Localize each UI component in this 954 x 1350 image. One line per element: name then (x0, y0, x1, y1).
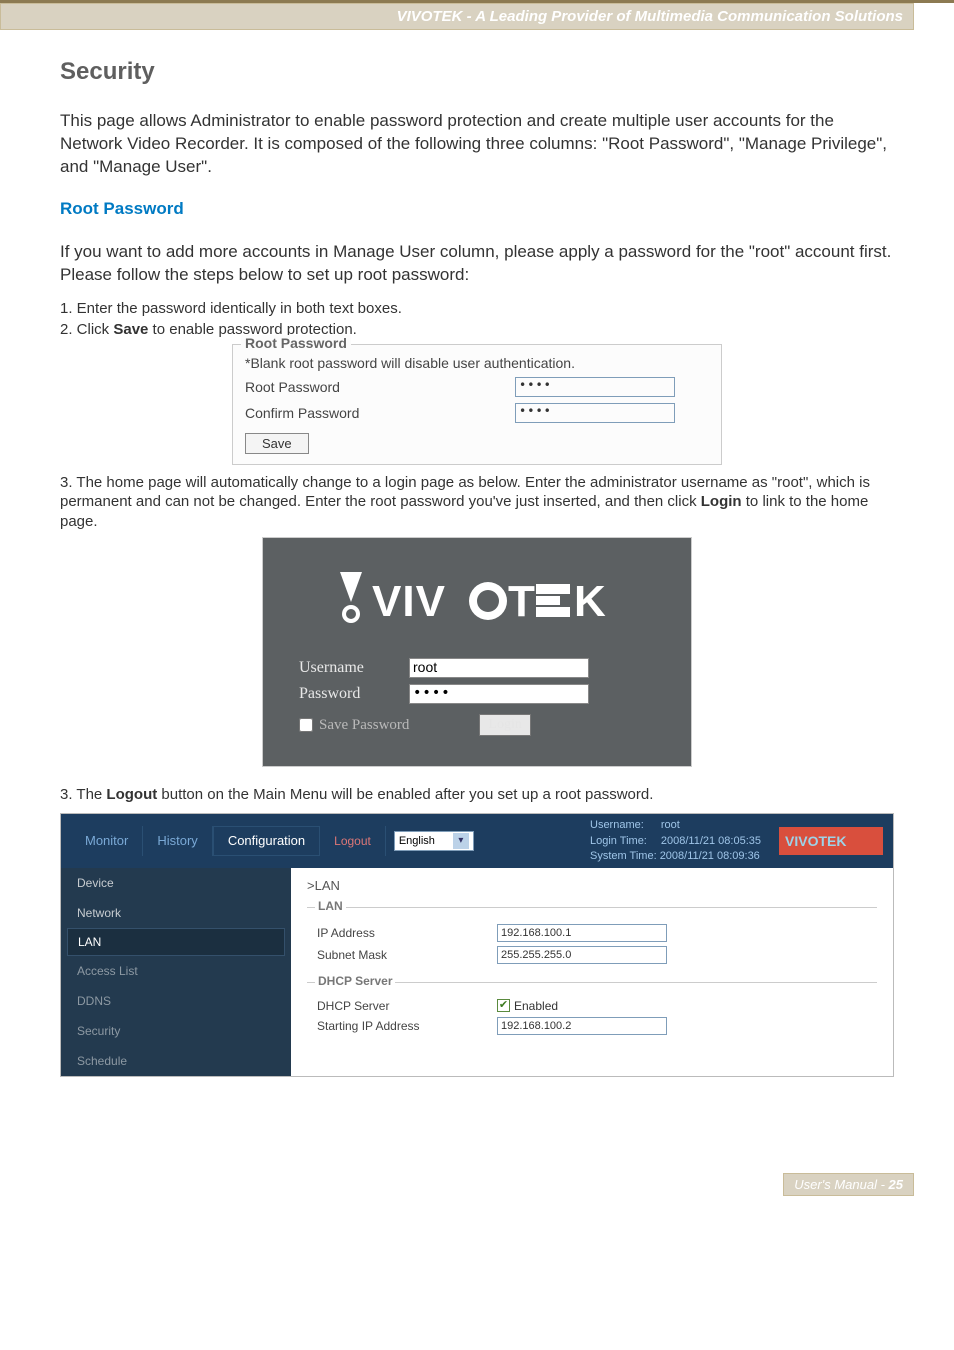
login-button[interactable]: Login (479, 714, 530, 736)
vivotek-logo: VIV T K (299, 566, 655, 630)
root-password-legend: Root Password (241, 335, 351, 351)
starting-ip-input[interactable]: 192.168.100.2 (497, 1017, 667, 1035)
config-panel: Monitor History Configuration Logout Eng… (60, 813, 894, 1077)
root-password-label: Root Password (245, 379, 515, 395)
svg-text:VIVOTEK: VIVOTEK (785, 833, 846, 849)
confirm-password-input[interactable]: •••• (515, 403, 675, 423)
root-password-desc: If you want to add more accounts in Mana… (60, 241, 894, 287)
username-label: Username (299, 659, 409, 677)
save-password-checkbox[interactable]: Save Password (299, 717, 409, 734)
confirm-password-label: Confirm Password (245, 405, 515, 421)
section-root-password: Root Password (60, 199, 894, 219)
dhcp-server-label: DHCP Server (317, 999, 497, 1013)
breadcrumb: >LAN (307, 878, 877, 893)
chevron-down-icon: ▾ (453, 833, 469, 849)
root-password-note: *Blank root password will disable user a… (245, 355, 709, 371)
svg-text:K: K (574, 577, 606, 626)
fieldset-dhcp: DHCP Server DHCP Server ✔ Enabled Starti… (307, 982, 877, 1043)
page-title: Security (60, 58, 894, 86)
step-3: 3. The home page will automatically chan… (60, 473, 894, 532)
step-2: 2. Click Save to enable password protect… (60, 320, 894, 340)
tab-history[interactable]: History (143, 826, 212, 856)
step-1: 1. Enter the password identically in bot… (60, 299, 894, 319)
check-icon: ✔ (497, 999, 510, 1012)
language-value: English (399, 835, 435, 847)
page-header: VIVOTEK - A Leading Provider of Multimed… (0, 3, 914, 30)
save-password-label: Save Password (319, 717, 409, 734)
save-password-cb[interactable] (299, 718, 313, 732)
subnet-mask-input[interactable]: 255.255.255.0 (497, 946, 667, 964)
dhcp-enabled-checkbox[interactable]: ✔ Enabled (497, 999, 558, 1013)
root-password-panel: Root Password *Blank root password will … (232, 344, 722, 465)
svg-text:T: T (508, 577, 535, 626)
sidebar-item-network[interactable]: Network (61, 898, 291, 928)
sidebar-item-device[interactable]: Device (61, 868, 291, 898)
sidebar-item-lan[interactable]: LAN (67, 928, 285, 956)
ip-address-label: IP Address (317, 926, 497, 940)
root-password-input[interactable]: •••• (515, 377, 675, 397)
main-menu: Monitor History Configuration Logout Eng… (61, 814, 893, 868)
starting-ip-label: Starting IP Address (317, 1019, 497, 1033)
save-button[interactable]: Save (245, 433, 309, 454)
sidebar-item-schedule[interactable]: Schedule (61, 1046, 291, 1076)
sidebar-item-ddns[interactable]: DDNS (61, 986, 291, 1016)
sidebar-item-security[interactable]: Security (61, 1016, 291, 1046)
vivotek-badge: VIVOTEK (779, 827, 883, 855)
logout-button[interactable]: Logout (320, 826, 386, 856)
login-panel: VIV T K Username root (262, 537, 692, 767)
status-block: Username:root Login Time:2008/11/21 08:0… (590, 818, 761, 863)
tab-monitor[interactable]: Monitor (71, 826, 143, 856)
password-label: Password (299, 685, 409, 703)
fieldset-lan: LAN IP Address 192.168.100.1 Subnet Mask… (307, 907, 877, 972)
fieldset-lan-legend: LAN (315, 899, 346, 913)
dhcp-enabled-label: Enabled (514, 999, 558, 1013)
intro-paragraph: This page allows Administrator to enable… (60, 110, 894, 179)
tab-configuration[interactable]: Configuration (213, 826, 320, 856)
password-input[interactable]: •••• (409, 684, 589, 704)
footer-label: User's Manual - 25 (783, 1173, 914, 1196)
sidebar: Device Network LAN Access List DDNS Secu… (61, 868, 291, 1076)
sidebar-item-access-list[interactable]: Access List (61, 956, 291, 986)
fieldset-dhcp-legend: DHCP Server (315, 974, 395, 988)
username-input[interactable]: root (409, 658, 589, 678)
ip-address-input[interactable]: 192.168.100.1 (497, 924, 667, 942)
svg-text:VIV: VIV (372, 577, 446, 626)
subnet-mask-label: Subnet Mask (317, 948, 497, 962)
language-dropdown[interactable]: English ▾ (394, 831, 474, 851)
step-4: 3. The Logout button on the Main Menu wi… (60, 785, 894, 805)
